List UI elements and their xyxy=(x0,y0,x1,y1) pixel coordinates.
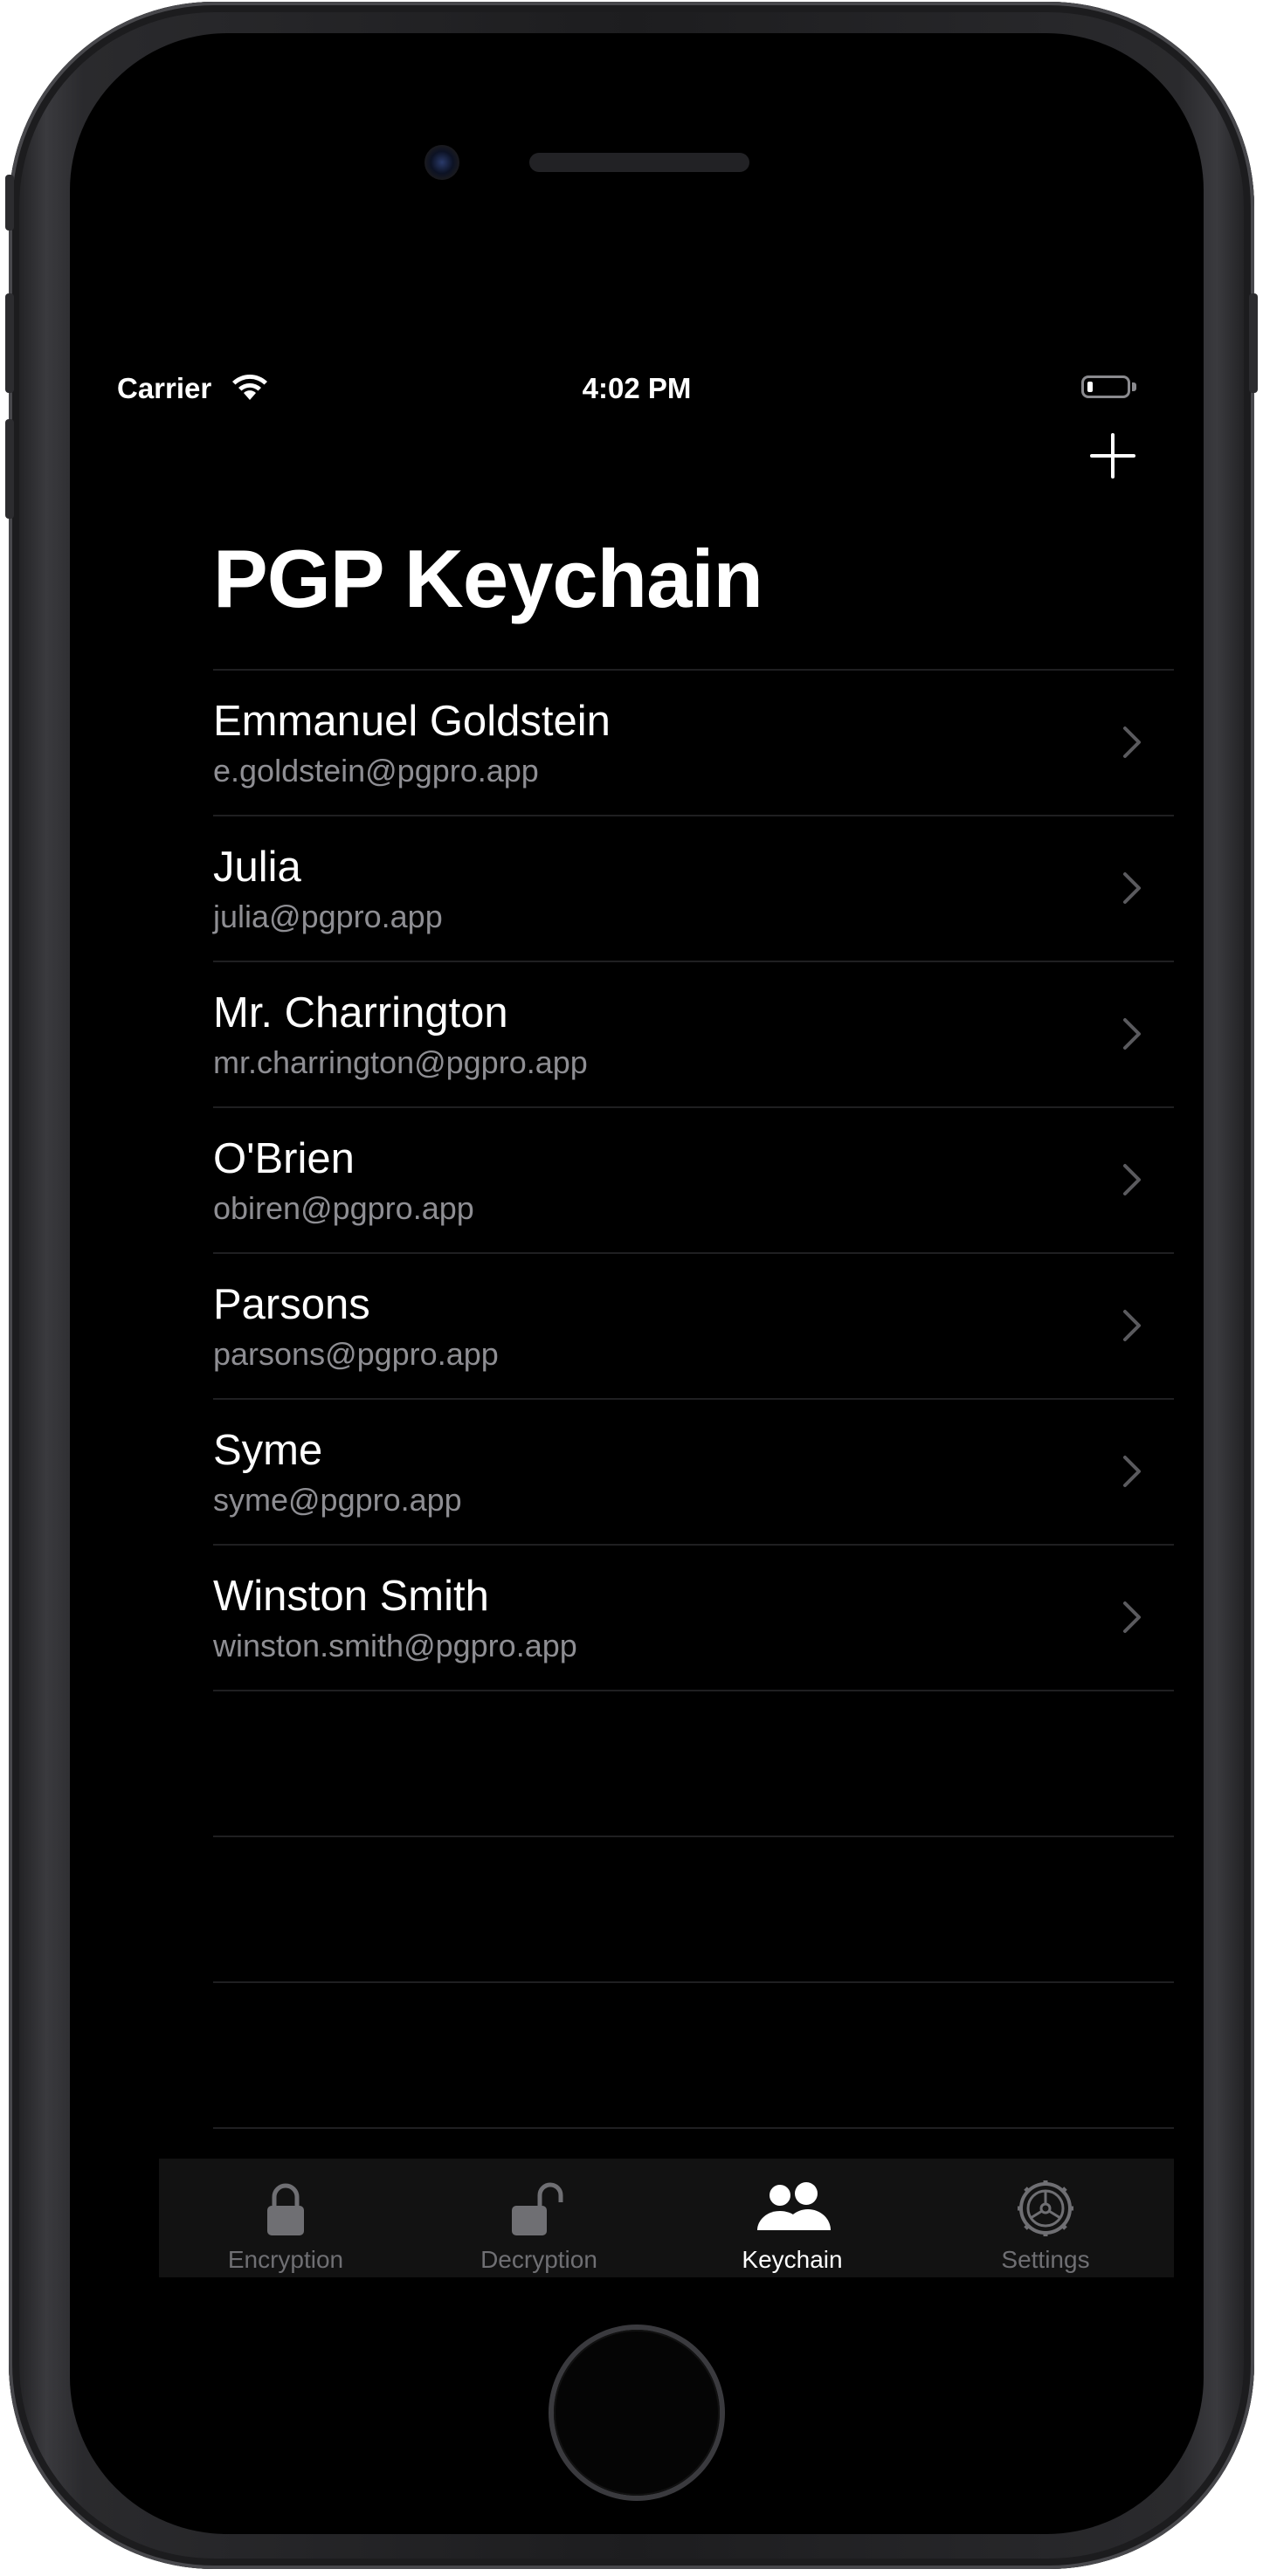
page-title: PGP Keychain xyxy=(213,533,763,624)
tab-keychain[interactable]: Keychain xyxy=(666,2159,919,2277)
contact-name: Emmanuel Goldstein xyxy=(213,698,611,745)
list-item[interactable]: Winston Smith winston.smith@pgpro.app xyxy=(213,1544,1174,1690)
chevron-right-icon xyxy=(1122,1016,1142,1056)
power-button xyxy=(1249,293,1258,393)
list-item[interactable]: O'Brien obiren@pgpro.app xyxy=(213,1106,1174,1252)
tab-bar: Encryption Decryption Keychain Settings xyxy=(159,2159,1174,2277)
status-time: 4:02 PM xyxy=(582,372,692,404)
unlock-icon xyxy=(412,2178,666,2239)
tab-encryption[interactable]: Encryption xyxy=(159,2159,412,2277)
contact-email: parsons@pgpro.app xyxy=(213,1336,499,1372)
empty-row xyxy=(213,2127,1174,2136)
status-bar: Carrier 4:02 PM xyxy=(100,334,1174,404)
tab-settings[interactable]: Settings xyxy=(919,2159,1172,2277)
phone-bezel: Carrier 4:02 PM PGP Keychain Emmanuel Go… xyxy=(70,33,1204,2534)
contact-name: Mr. Charrington xyxy=(213,989,508,1037)
home-button[interactable] xyxy=(554,2330,720,2496)
battery-tip xyxy=(1132,382,1136,391)
earpiece-speaker xyxy=(529,153,749,172)
chevron-right-icon xyxy=(1122,1162,1142,1202)
tab-label: Keychain xyxy=(742,2246,843,2273)
list-item[interactable]: Parsons parsons@pgpro.app xyxy=(213,1252,1174,1398)
contact-name: Parsons xyxy=(213,1281,370,1328)
contact-email: winston.smith@pgpro.app xyxy=(213,1628,577,1663)
mute-switch xyxy=(5,175,14,231)
chevron-right-icon xyxy=(1122,1600,1142,1639)
contact-email: e.goldstein@pgpro.app xyxy=(213,753,539,789)
contact-email: julia@pgpro.app xyxy=(213,899,443,934)
app-screen: Carrier 4:02 PM PGP Keychain Emmanuel Go… xyxy=(100,334,1174,2277)
contact-name: Julia xyxy=(213,844,301,891)
contact-list: Emmanuel Goldstein e.goldstein@pgpro.app… xyxy=(213,669,1174,2136)
contact-name: O'Brien xyxy=(213,1135,355,1182)
list-item[interactable]: Emmanuel Goldstein e.goldstein@pgpro.app xyxy=(213,669,1174,815)
chevron-right-icon xyxy=(1122,871,1142,910)
contact-email: obiren@pgpro.app xyxy=(213,1190,474,1226)
list-item[interactable]: Mr. Charrington mr.charrington@pgpro.app xyxy=(213,961,1174,1106)
chevron-right-icon xyxy=(1122,725,1142,764)
tab-label: Decryption xyxy=(480,2246,597,2273)
battery-level xyxy=(1087,382,1093,392)
empty-row xyxy=(213,1690,1174,1836)
list-item[interactable]: Syme syme@pgpro.app xyxy=(213,1398,1174,1544)
contact-email: mr.charrington@pgpro.app xyxy=(213,1044,588,1080)
add-key-button[interactable] xyxy=(1087,430,1139,482)
contact-name: Syme xyxy=(213,1427,323,1474)
gear-icon xyxy=(919,2178,1172,2239)
chevron-right-icon xyxy=(1122,1308,1142,1347)
front-camera xyxy=(424,145,459,180)
chevron-right-icon xyxy=(1122,1454,1142,1493)
lock-icon xyxy=(159,2178,412,2239)
tab-label: Settings xyxy=(1001,2246,1090,2273)
phone-frame: Carrier 4:02 PM PGP Keychain Emmanuel Go… xyxy=(5,2,1258,2569)
tab-label: Encryption xyxy=(227,2246,344,2273)
empty-row xyxy=(213,1981,1174,2127)
volume-up-button xyxy=(5,293,14,393)
volume-down-button xyxy=(5,419,14,519)
battery-icon xyxy=(1081,375,1130,398)
contact-email: syme@pgpro.app xyxy=(213,1482,462,1518)
empty-row xyxy=(213,1836,1174,1981)
tab-decryption[interactable]: Decryption xyxy=(412,2159,666,2277)
contact-name: Winston Smith xyxy=(213,1573,489,1620)
people-icon xyxy=(666,2178,919,2239)
list-item[interactable]: Julia julia@pgpro.app xyxy=(213,815,1174,961)
